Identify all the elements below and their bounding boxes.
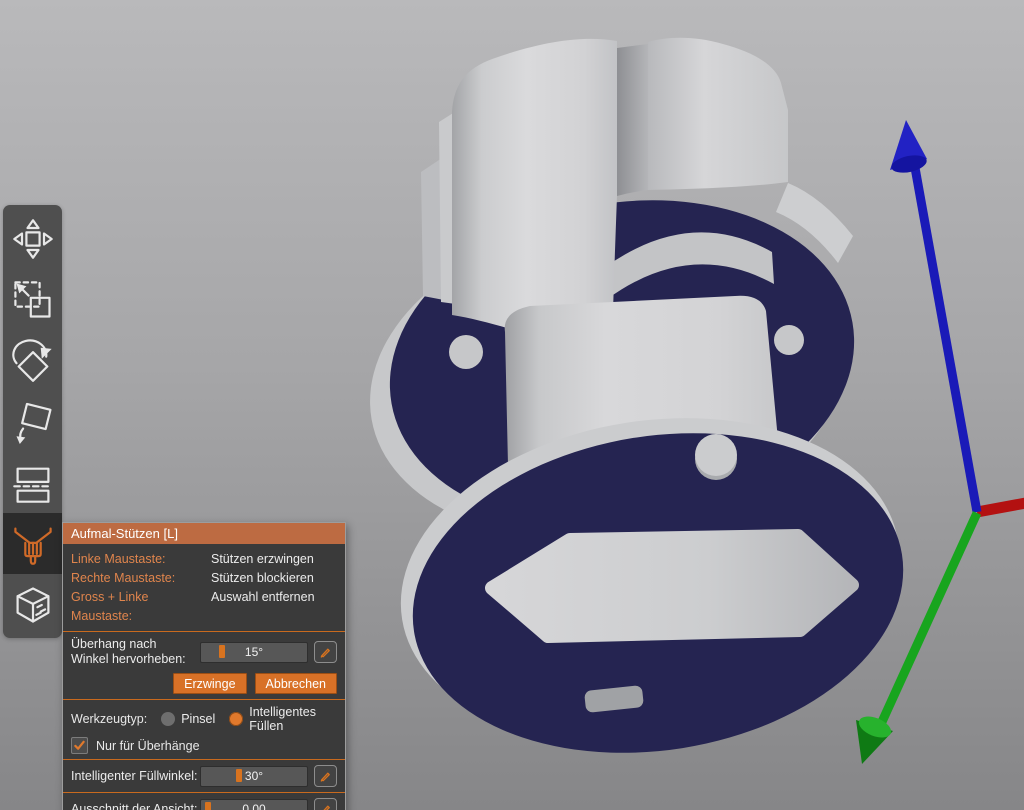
- smart-fill-angle-value: 30°: [245, 769, 263, 783]
- hint-label: Rechte Maustaste:: [71, 569, 211, 588]
- highlight-angle-slider[interactable]: 15°: [200, 642, 308, 663]
- tool-paint-supports-button[interactable]: [3, 513, 62, 574]
- rotate-icon: [11, 339, 55, 383]
- place-on-face-icon: [11, 400, 55, 444]
- tool-rotate-button[interactable]: [3, 330, 62, 391]
- only-overhangs-label: Nur für Überhänge: [96, 739, 200, 753]
- check-icon: [74, 740, 85, 751]
- highlight-angle-label: Überhang nach Winkel hervorheben:: [71, 637, 200, 667]
- axis-z: [914, 162, 977, 512]
- hint-value: Auswahl entfernen: [211, 588, 315, 626]
- slider-handle[interactable]: [236, 769, 242, 782]
- hint-value: Stützen blockieren: [211, 569, 314, 588]
- smart-fill-angle-slider[interactable]: 30°: [200, 766, 308, 787]
- seam-cube-icon: [11, 583, 55, 627]
- clipping-view-value: 0,00: [242, 802, 265, 810]
- hint-value: Stützen erzwingen: [211, 550, 314, 569]
- paint-supports-dialog: Aufmal-Stützen [L] Linke Maustaste: Stüt…: [62, 522, 346, 810]
- hint-left-mouse: Linke Maustaste: Stützen erzwingen: [71, 550, 337, 569]
- dialog-title: Aufmal-Stützen [L]: [63, 523, 345, 544]
- tool-type-label: Werkzeugtyp:: [71, 712, 147, 726]
- slicer-window: Aufmal-Stützen [L] Linke Maustaste: Stüt…: [0, 0, 1024, 810]
- radio-smart-fill-label: Intelligentes Füllen: [249, 705, 337, 733]
- tool-scale-button[interactable]: [3, 269, 62, 330]
- clipping-view-label: Ausschnitt der Ansicht:: [71, 802, 200, 810]
- slider-handle[interactable]: [219, 645, 225, 658]
- divider: [63, 792, 345, 793]
- radio-brush-label: Pinsel: [181, 712, 215, 726]
- tool-move-button[interactable]: [3, 208, 62, 269]
- divider: [63, 699, 345, 700]
- move-icon: [11, 217, 55, 261]
- radio-smart-fill[interactable]: [229, 712, 243, 726]
- highlight-angle-value: 15°: [245, 645, 263, 659]
- smart-fill-angle-edit-button[interactable]: [314, 765, 337, 787]
- axes-indicator: [856, 120, 1024, 764]
- only-overhangs-checkbox[interactable]: [71, 737, 88, 754]
- scale-icon: [11, 278, 55, 322]
- radio-brush[interactable]: [161, 712, 175, 726]
- highlight-angle-edit-button[interactable]: [314, 641, 337, 663]
- divider: [63, 631, 345, 632]
- hint-label: Gross + Linke Maustaste:: [71, 588, 211, 626]
- clipping-view-slider[interactable]: 0,00: [200, 799, 308, 810]
- slider-handle[interactable]: [205, 802, 211, 810]
- smart-fill-angle-label: Intelligenter Füllwinkel:: [71, 769, 200, 783]
- gizmo-toolbar: [3, 205, 62, 638]
- cancel-button[interactable]: Abbrechen: [255, 673, 337, 694]
- clipping-view-edit-button[interactable]: [314, 798, 337, 810]
- divider: [63, 759, 345, 760]
- hint-label: Linke Maustaste:: [71, 550, 211, 569]
- cut-icon: [11, 461, 55, 505]
- tool-seam-button[interactable]: [3, 574, 62, 635]
- pencil-icon: [319, 770, 332, 783]
- tool-place-on-face-button[interactable]: [3, 391, 62, 452]
- enforce-button[interactable]: Erzwinge: [173, 673, 246, 694]
- pencil-icon: [319, 646, 332, 659]
- pencil-icon: [319, 803, 332, 810]
- hint-shift-left-mouse: Gross + Linke Maustaste: Auswahl entfern…: [71, 588, 337, 626]
- hint-right-mouse: Rechte Maustaste: Stützen blockieren: [71, 569, 337, 588]
- tool-cut-button[interactable]: [3, 452, 62, 513]
- axis-x: [977, 503, 1024, 512]
- paint-brush-icon: [11, 522, 55, 566]
